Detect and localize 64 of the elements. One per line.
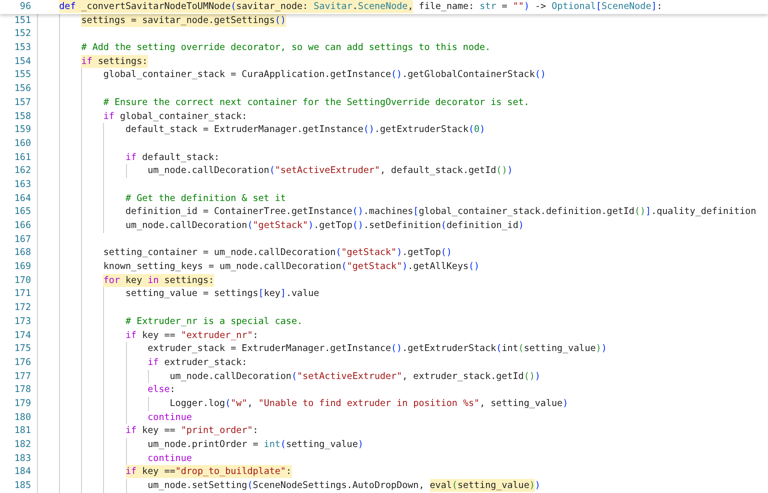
code-line: definition_id = ContainerTree.getInstance().machines[global_container_stack.definition.getId()].quality_definition xyxy=(126,206,756,218)
code-line: # Add the setting override decorator, so we can add settings to this node. xyxy=(81,42,491,54)
code-line: known_setting_keys = um_node.callDecoration("getStack").getAllKeys() xyxy=(103,261,480,272)
code-line: default_stack = ExtruderManager.getInstance().getExtruderStack(0) xyxy=(126,124,486,136)
line-number: 182 xyxy=(13,438,31,452)
code-line: continue xyxy=(148,452,192,464)
code-line: setting_value = settings[key].value xyxy=(126,288,320,300)
line-number: 172 xyxy=(13,301,31,315)
code-line: Logger.log("w", "Unable to find extruder in position %s", setting_value) xyxy=(170,398,568,409)
code-line: setting_container = um_node.callDecoration("getStack").getTop() xyxy=(103,247,452,258)
code-line: extruder_stack = ExtruderManager.getInstance().getExtruderStack(int(setting_value)) xyxy=(148,343,607,354)
code-line: um_node.callDecoration("setActiveExtruder", extruder_stack.getId()) xyxy=(170,370,540,382)
line-number: 153 xyxy=(13,41,31,55)
line-number: 158 xyxy=(13,110,31,124)
code-line: else: xyxy=(148,384,176,396)
line-number: 176 xyxy=(13,356,31,370)
code-line: um_node.callDecoration("setActiveExtruder", default_stack.getId()) xyxy=(148,165,513,176)
line-number: 155 xyxy=(13,68,31,82)
line-number: 151 xyxy=(13,14,31,28)
code-line: um_node.printOrder = int(setting_value) xyxy=(148,439,364,450)
line-number: 178 xyxy=(13,383,31,397)
line-number: 165 xyxy=(13,205,31,219)
line-number: 167 xyxy=(13,232,31,246)
line-number: 175 xyxy=(13,342,31,356)
line-number: 163 xyxy=(13,178,31,192)
line-number: 177 xyxy=(13,370,31,384)
line-number: 173 xyxy=(13,314,31,328)
code-line: # Get the definition & set it xyxy=(126,192,286,204)
line-number: 96 xyxy=(18,0,31,14)
line-number: 168 xyxy=(13,246,31,260)
line-number: 152 xyxy=(13,27,31,42)
code-line: if key == "extruder_nr": xyxy=(126,330,258,340)
line-number: 181 xyxy=(13,424,31,438)
line-number: 179 xyxy=(13,396,31,411)
line-number: 162 xyxy=(13,164,31,178)
code-line: um_node.callDecoration("getStack").getTop().setDefinition(definition_id) xyxy=(126,220,524,231)
line-number: 174 xyxy=(13,328,31,342)
line-number: 154 xyxy=(13,54,31,68)
code-line: if key == "print_order": xyxy=(126,425,258,436)
line-number: 164 xyxy=(13,192,31,206)
indent-guide xyxy=(148,396,149,411)
line-number: 169 xyxy=(13,260,31,274)
line-number: 184 xyxy=(13,465,31,480)
line-number: 156 xyxy=(13,82,31,96)
line-number: 160 xyxy=(13,136,31,151)
code-line: # Ensure the correct next container for the SettingOverride decorator is set. xyxy=(103,96,530,108)
line-number: 157 xyxy=(13,96,31,110)
code-line: if default_stack: xyxy=(126,152,220,163)
code-line: if global_container_stack: xyxy=(103,110,248,122)
code-line: continue xyxy=(148,412,192,423)
code-line: # Extruder_nr is a special case. xyxy=(126,316,303,327)
code-line: def _convertSavitarNodeToUMNode(savitar_node: Savitar.SceneNode, file_name: str = "") -> Optional[SceneNode]: xyxy=(59,0,662,13)
code-line: um_node.setSetting(SceneNodeSettings.AutoDropDown, eval(setting_value)) xyxy=(148,479,540,492)
line-number: 171 xyxy=(13,287,31,302)
line-number: 166 xyxy=(13,219,31,233)
indent-guide xyxy=(148,370,149,384)
line-number: 161 xyxy=(13,150,31,164)
code-line: if extruder_stack: xyxy=(148,356,248,368)
line-number: 170 xyxy=(13,274,31,288)
line-number: 183 xyxy=(13,452,31,466)
code-line: global_container_stack = CuraApplication.getInstance().getGlobalContainerStack() xyxy=(103,69,546,80)
line-number: 180 xyxy=(13,410,31,424)
line-number: 185 xyxy=(13,479,31,493)
line-number: 159 xyxy=(13,123,31,137)
